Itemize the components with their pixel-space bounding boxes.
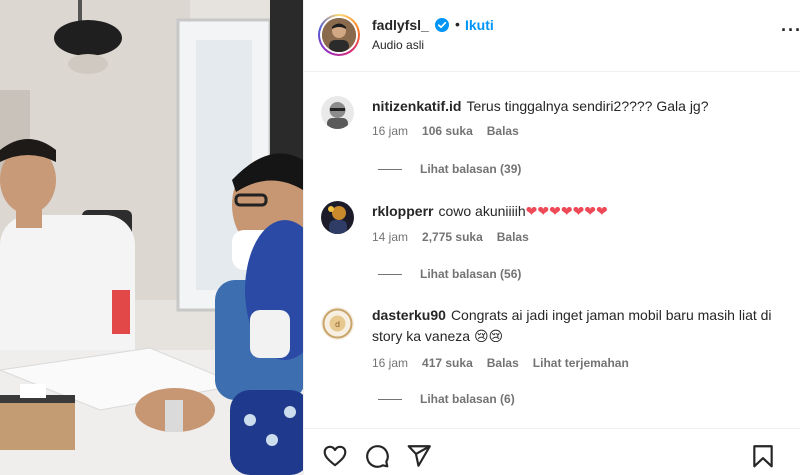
replies-divider — [378, 169, 402, 171]
reply-button[interactable]: Balas — [487, 356, 519, 370]
comment-avatar[interactable] — [321, 201, 354, 234]
view-replies-button[interactable]: Lihat balasan (39) — [378, 162, 521, 176]
replies-divider — [378, 274, 402, 276]
header-separator: • — [455, 16, 460, 32]
heart-emoji: ❤❤❤❤❤❤❤ — [525, 203, 608, 219]
reply-button[interactable]: Balas — [497, 230, 529, 244]
comment-body: cowo akuniiiih — [438, 203, 526, 219]
share-icon[interactable] — [406, 443, 432, 469]
comment-username[interactable]: dasterku90 — [372, 307, 446, 323]
comments-list[interactable]: nitizenkatif.id Terus tinggalnya sendiri2… — [304, 73, 800, 428]
comment-time[interactable]: 16 jam — [372, 356, 408, 370]
comment-text: rklopperr cowo akuniiiih❤❤❤❤❤❤❤ — [372, 201, 792, 222]
comment-likes[interactable]: 106 suka — [422, 124, 473, 138]
view-replies-button[interactable]: Lihat balasan (56) — [378, 267, 521, 281]
verified-badge-icon — [435, 18, 449, 32]
follow-button[interactable]: Ikuti — [465, 17, 494, 33]
comment-likes[interactable]: 2,775 suka — [422, 230, 483, 244]
comment-meta: 16 jam 417 suka Balas Lihat terjemahan — [372, 356, 643, 370]
avatar-photo — [322, 18, 356, 52]
more-options-icon[interactable]: ··· — [781, 20, 800, 41]
sad-emoji: 😢😢 — [473, 328, 504, 344]
video-frame-image — [0, 0, 303, 475]
post-media[interactable] — [0, 0, 303, 475]
view-replies-label: Lihat balasan (39) — [420, 162, 522, 176]
comment-time[interactable]: 14 jam — [372, 230, 408, 244]
svg-text:d: d — [335, 320, 340, 329]
comment-meta: 16 jam 106 suka Balas — [372, 124, 533, 138]
view-replies-label: Lihat balasan (6) — [420, 392, 515, 406]
bookmark-icon[interactable] — [750, 443, 776, 469]
post-details-panel: fadlyfsl_ • Ikuti Audio asli ··· nitizen… — [303, 0, 800, 475]
author-username[interactable]: fadlyfsl_ — [372, 17, 429, 33]
author-avatar[interactable] — [318, 14, 360, 56]
comment-avatar[interactable]: d — [321, 307, 354, 340]
comment-username[interactable]: nitizenkatif.id — [372, 98, 461, 114]
view-replies-button[interactable]: Lihat balasan (6) — [378, 392, 515, 406]
comment-text: nitizenkatif.id Terus tinggalnya sendiri2… — [372, 96, 792, 117]
comment-meta: 14 jam 2,775 suka Balas — [372, 230, 543, 244]
post-header: fadlyfsl_ • Ikuti Audio asli ··· — [304, 0, 800, 72]
comment-likes[interactable]: 417 suka — [422, 356, 473, 370]
comment-time[interactable]: 16 jam — [372, 124, 408, 138]
comment-avatar[interactable] — [321, 96, 354, 129]
comment-text: dasterku90 Congrats ai jadi inget jaman m… — [372, 305, 792, 347]
translate-button[interactable]: Lihat terjemahan — [533, 356, 629, 370]
action-bar — [304, 428, 800, 475]
reply-button[interactable]: Balas — [487, 124, 519, 138]
replies-divider — [378, 399, 402, 401]
comment-body: Terus tinggalnya sendiri2???? Gala jg? — [466, 98, 709, 114]
comment-icon[interactable] — [364, 443, 390, 469]
heart-icon[interactable] — [322, 443, 348, 469]
audio-link[interactable]: Audio asli — [372, 38, 424, 52]
view-replies-label: Lihat balasan (56) — [420, 267, 522, 281]
comment-username[interactable]: rklopperr — [372, 203, 433, 219]
